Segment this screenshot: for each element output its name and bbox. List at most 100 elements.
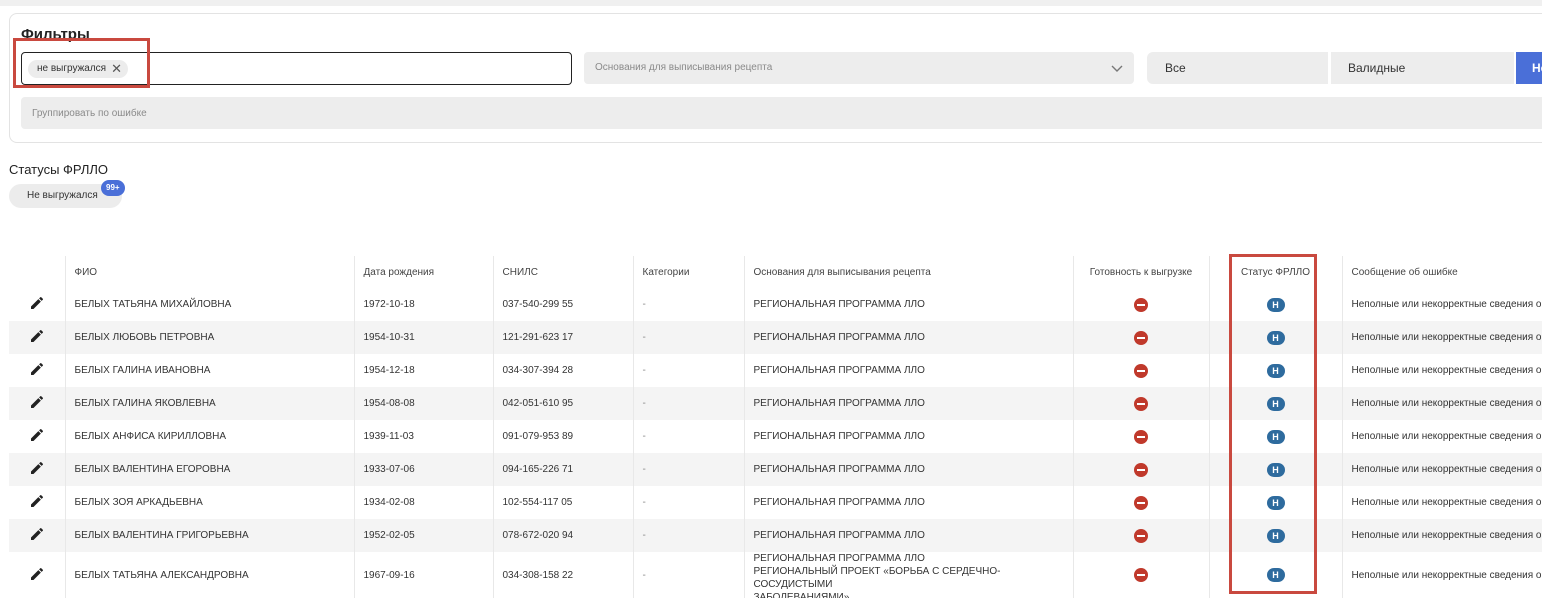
segment-valid[interactable]: Валидные bbox=[1331, 52, 1514, 84]
pencil-icon[interactable] bbox=[29, 361, 45, 377]
cell-ready bbox=[1073, 453, 1210, 486]
reason-line: ЗАБОЛЕВАНИЯМИ» bbox=[753, 592, 850, 598]
table-row[interactable]: БЕЛЫХ ВАЛЕНТИНА ГРИГОРЬЕВНА 1952-02-05 078… bbox=[9, 519, 1542, 552]
cell-error: Неполные или некорректные сведения об bbox=[1342, 486, 1542, 519]
status-badge[interactable]: Н bbox=[1266, 429, 1285, 444]
reason-line: РЕГИОНАЛЬНАЯ ПРОГРАММА ЛЛО bbox=[753, 299, 925, 310]
cell-error: Неполные или некорректные сведения об bbox=[1342, 519, 1542, 552]
cell-ready bbox=[1073, 519, 1210, 552]
cell-fio: БЕЛЫХ ТАТЬЯНА МИХАЙЛОВНА bbox=[65, 288, 355, 321]
status-badge[interactable]: Н bbox=[1266, 568, 1285, 582]
filter-chip-label: не выгружался bbox=[37, 63, 107, 74]
status-badge[interactable]: Н bbox=[1266, 462, 1285, 477]
pencil-icon[interactable] bbox=[29, 493, 45, 509]
cell-snils: 102-554-117 05 bbox=[493, 486, 634, 519]
cell-ready bbox=[1073, 321, 1210, 354]
cell-dob: 1954-10-31 bbox=[354, 321, 494, 354]
cell-fio: БЕЛЫХ ВАЛЕНТИНА ГРИГОРЬЕВНА bbox=[65, 519, 355, 552]
export-status-filter[interactable]: не выгружался ✕ bbox=[21, 52, 572, 85]
status-badge[interactable]: Н bbox=[1266, 363, 1285, 378]
status-badge[interactable]: Н bbox=[1266, 297, 1285, 312]
cell-status: Н bbox=[1209, 519, 1343, 552]
cell-reason: РЕГИОНАЛЬНАЯ ПРОГРАММА ЛЛО bbox=[744, 519, 1074, 552]
minus-circle-icon bbox=[1134, 330, 1148, 345]
pencil-icon[interactable] bbox=[29, 427, 45, 443]
pencil-icon[interactable] bbox=[29, 566, 45, 582]
minus-circle-icon bbox=[1134, 429, 1148, 444]
minus-circle-icon bbox=[1134, 568, 1148, 582]
cell-categories: - bbox=[633, 354, 745, 387]
table-row[interactable]: БЕЛЫХ ГАЛИНА ЯКОВЛЕВНА 1954-08-08 042-051-… bbox=[9, 387, 1542, 420]
cell-categories: - bbox=[633, 420, 745, 453]
table-row[interactable]: БЕЛЫХ ТАТЬЯНА МИХАЙЛОВНА 1972-10-18 037-54… bbox=[9, 288, 1542, 321]
status-badge[interactable]: Н bbox=[1266, 330, 1285, 345]
reason-line: РЕГИОНАЛЬНАЯ ПРОГРАММА ЛЛО bbox=[753, 464, 925, 475]
status-badge[interactable]: Н bbox=[1266, 528, 1285, 543]
cell-error: Неполные или некорректные сведения об bbox=[1342, 321, 1542, 354]
cell-fio: БЕЛЫХ ЛЮБОВЬ ПЕТРОВНА bbox=[65, 321, 355, 354]
cell-status: Н bbox=[1209, 552, 1343, 598]
patients-table: ФИО Дата рождения СНИЛС Категории Основа… bbox=[9, 256, 1542, 598]
cell-dob: 1933-07-06 bbox=[354, 453, 494, 486]
close-icon[interactable]: ✕ bbox=[111, 60, 122, 78]
col-ready[interactable]: Готовность к выгрузке bbox=[1073, 256, 1210, 288]
top-bar bbox=[0, 0, 1542, 6]
cell-snils: 042-051-610 95 bbox=[493, 387, 634, 420]
col-categories[interactable]: Категории bbox=[633, 256, 745, 288]
col-fio[interactable]: ФИО bbox=[65, 256, 355, 288]
cell-dob: 1934-02-08 bbox=[354, 486, 494, 519]
table-row[interactable]: БЕЛЫХ АНФИСА КИРИЛЛОВНА 1939-11-03 091-079… bbox=[9, 420, 1542, 453]
cell-status: Н bbox=[1209, 453, 1343, 486]
status-badge[interactable]: Н bbox=[1266, 495, 1285, 510]
cell-dob: 1972-10-18 bbox=[354, 288, 494, 321]
edit-cell bbox=[9, 420, 66, 453]
cell-reason: РЕГИОНАЛЬНАЯ ПРОГРАММА ЛЛО bbox=[744, 354, 1074, 387]
reason-line: РЕГИОНАЛЬНАЯ ПРОГРАММА ЛЛО bbox=[753, 530, 925, 541]
cell-reason: РЕГИОНАЛЬНАЯ ПРОГРАММА ЛЛО bbox=[744, 453, 1074, 486]
table-row[interactable]: БЕЛЫХ ВАЛЕНТИНА ЕГОРОВНА 1933-07-06 094-16… bbox=[9, 453, 1542, 486]
table-row[interactable]: БЕЛЫХ ЛЮБОВЬ ПЕТРОВНА 1954-10-31 121-291-6… bbox=[9, 321, 1542, 354]
cell-snils: 034-307-394 28 bbox=[493, 354, 634, 387]
filters-title: Фильтры bbox=[21, 26, 90, 43]
pencil-icon[interactable] bbox=[29, 460, 45, 476]
cell-categories: - bbox=[633, 486, 745, 519]
col-dob[interactable]: Дата рождения bbox=[354, 256, 494, 288]
edit-cell bbox=[9, 288, 66, 321]
cell-snils: 037-540-299 55 bbox=[493, 288, 634, 321]
col-error[interactable]: Сообщение об ошибке bbox=[1342, 256, 1542, 288]
col-reason[interactable]: Основания для выписывания рецепта bbox=[744, 256, 1074, 288]
col-snils[interactable]: СНИЛС bbox=[493, 256, 634, 288]
cell-dob: 1952-02-05 bbox=[354, 519, 494, 552]
status-badge[interactable]: Н bbox=[1266, 396, 1285, 411]
reason-line: РЕГИОНАЛЬНЫЙ ПРОЕКТ «БОРЬБА С СЕРДЕЧНО-С… bbox=[753, 566, 1001, 590]
reason-input[interactable] bbox=[593, 61, 1097, 74]
segment-all[interactable]: Все bbox=[1147, 52, 1328, 84]
cell-status: Н bbox=[1209, 354, 1343, 387]
cell-reason: РЕГИОНАЛЬНАЯ ПРОГРАММА ЛЛО bbox=[744, 486, 1074, 519]
table-row[interactable]: БЕЛЫХ ГАЛИНА ИВАНОВНА 1954-12-18 034-307-3… bbox=[9, 354, 1542, 387]
pencil-icon[interactable] bbox=[29, 328, 45, 344]
cell-reason: РЕГИОНАЛЬНАЯ ПРОГРАММА ЛЛО РЕГИОНАЛЬНЫЙ П… bbox=[744, 552, 1074, 598]
reason-select[interactable] bbox=[584, 52, 1134, 84]
pencil-icon[interactable] bbox=[29, 394, 45, 410]
cell-categories: - bbox=[633, 288, 745, 321]
chevron-down-icon[interactable] bbox=[1110, 61, 1124, 75]
cell-ready bbox=[1073, 354, 1210, 387]
col-edit bbox=[9, 256, 66, 288]
col-status[interactable]: Статус ФРЛЛО bbox=[1209, 256, 1343, 288]
pencil-icon[interactable] bbox=[29, 295, 45, 311]
cell-fio: БЕЛЫХ ТАТЬЯНА АЛЕКСАНДРОВНА bbox=[65, 552, 355, 598]
table-row[interactable]: БЕЛЫХ ЗОЯ АРКАДЬЕВНА 1934-02-08 102-554-11… bbox=[9, 486, 1542, 519]
cell-status: Н bbox=[1209, 486, 1343, 519]
group-by-error-select[interactable] bbox=[21, 97, 1542, 129]
group-by-error-input[interactable] bbox=[30, 107, 634, 120]
pencil-icon[interactable] bbox=[29, 526, 45, 542]
cell-status: Н bbox=[1209, 288, 1343, 321]
segment-invalid[interactable]: Не bbox=[1516, 52, 1542, 84]
cell-error: Неполные или некорректные сведения об bbox=[1342, 387, 1542, 420]
cell-snils: 094-165-226 71 bbox=[493, 453, 634, 486]
cell-error: Неполные или некорректные сведения об bbox=[1342, 288, 1542, 321]
table-row[interactable]: БЕЛЫХ ТАТЬЯНА АЛЕКСАНДРОВНА 1967-09-16 034… bbox=[9, 552, 1542, 598]
count-badge: 99+ bbox=[101, 180, 125, 196]
table-header: ФИО Дата рождения СНИЛС Категории Основа… bbox=[9, 256, 1542, 288]
